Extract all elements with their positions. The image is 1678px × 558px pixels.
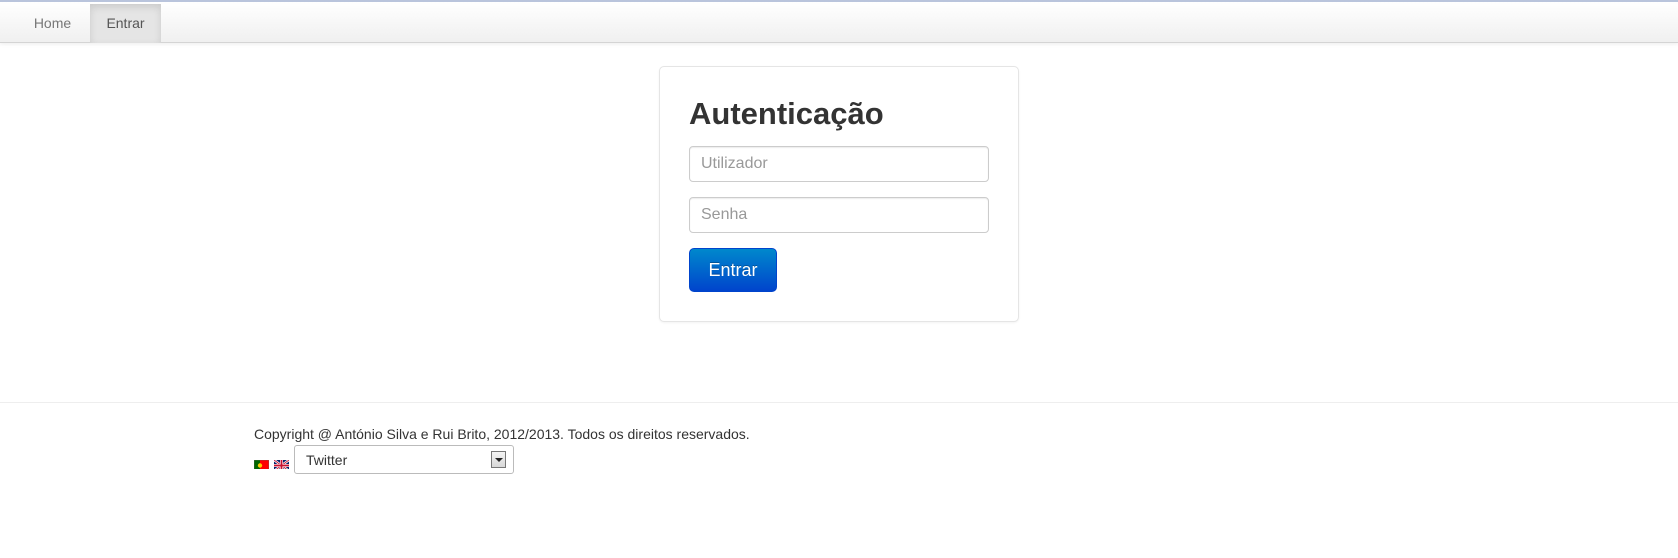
social-select[interactable]: Twitter bbox=[294, 445, 514, 474]
social-select-value: Twitter bbox=[306, 452, 348, 468]
top-navbar: Home Entrar bbox=[0, 0, 1678, 43]
nav-entrar-link[interactable]: Entrar bbox=[90, 4, 161, 43]
portugal-flag-icon[interactable] bbox=[254, 458, 269, 469]
chevron-down-icon[interactable] bbox=[491, 451, 506, 468]
uk-flag-icon[interactable] bbox=[274, 458, 289, 469]
password-input[interactable] bbox=[689, 197, 989, 233]
footer-divider bbox=[0, 402, 1678, 403]
login-title: Autenticação bbox=[689, 96, 884, 131]
login-form: Autenticação Entrar bbox=[659, 66, 1019, 322]
username-input[interactable] bbox=[689, 146, 989, 182]
copyright-text: Copyright @ António Silva e Rui Brito, 2… bbox=[254, 426, 750, 442]
login-submit-button[interactable]: Entrar bbox=[689, 248, 777, 292]
nav-home-link[interactable]: Home bbox=[20, 4, 85, 43]
